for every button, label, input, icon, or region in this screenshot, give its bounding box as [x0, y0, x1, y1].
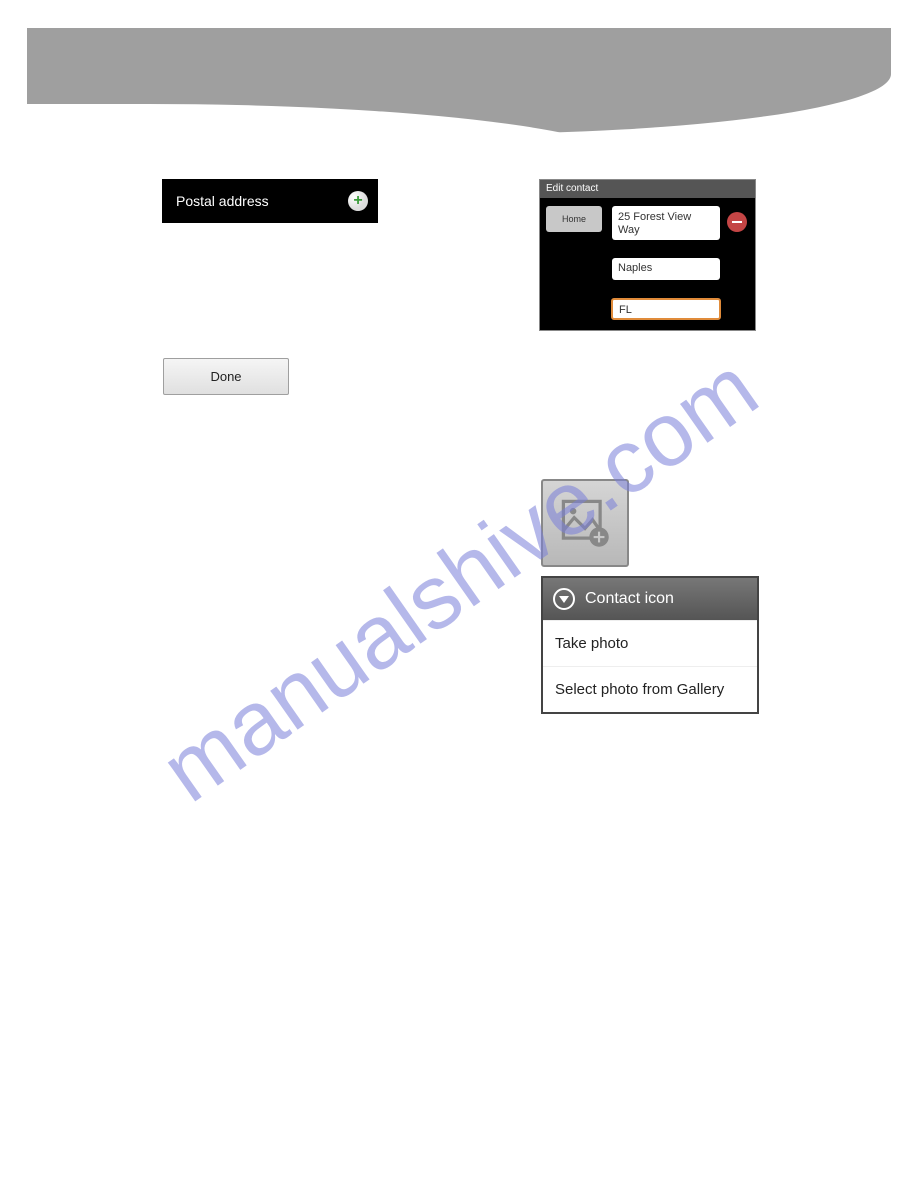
take-photo-option[interactable]: Take photo: [543, 620, 757, 666]
contact-icon-menu-title: Contact icon: [585, 590, 674, 608]
postal-address-label: Postal address: [176, 193, 269, 209]
address-line-field[interactable]: 25 Forest View Way: [612, 206, 720, 240]
edit-contact-body: Home 25 Forest View Way Naples FL: [540, 198, 755, 210]
done-label: Done: [210, 369, 241, 384]
edit-contact-title: Edit contact: [540, 180, 755, 198]
dropdown-icon: [553, 588, 575, 610]
minus-icon[interactable]: [727, 212, 747, 232]
contact-icon-menu: Contact icon Take photo Select photo fro…: [541, 576, 759, 714]
done-button[interactable]: Done: [163, 358, 289, 395]
state-field[interactable]: FL: [611, 298, 721, 320]
photo-placeholder-icon: [558, 496, 612, 550]
select-from-gallery-option[interactable]: Select photo from Gallery: [543, 666, 757, 712]
city-field[interactable]: Naples: [612, 258, 720, 280]
contact-icon-menu-header: Contact icon: [543, 578, 757, 620]
plus-icon[interactable]: +: [348, 191, 368, 211]
postal-address-bar[interactable]: Postal address +: [162, 179, 378, 223]
header-band: [27, 28, 891, 134]
edit-contact-panel: Edit contact Home 25 Forest View Way Nap…: [539, 179, 756, 331]
contact-photo-button[interactable]: [541, 479, 629, 567]
address-type-selector[interactable]: Home: [546, 206, 602, 232]
